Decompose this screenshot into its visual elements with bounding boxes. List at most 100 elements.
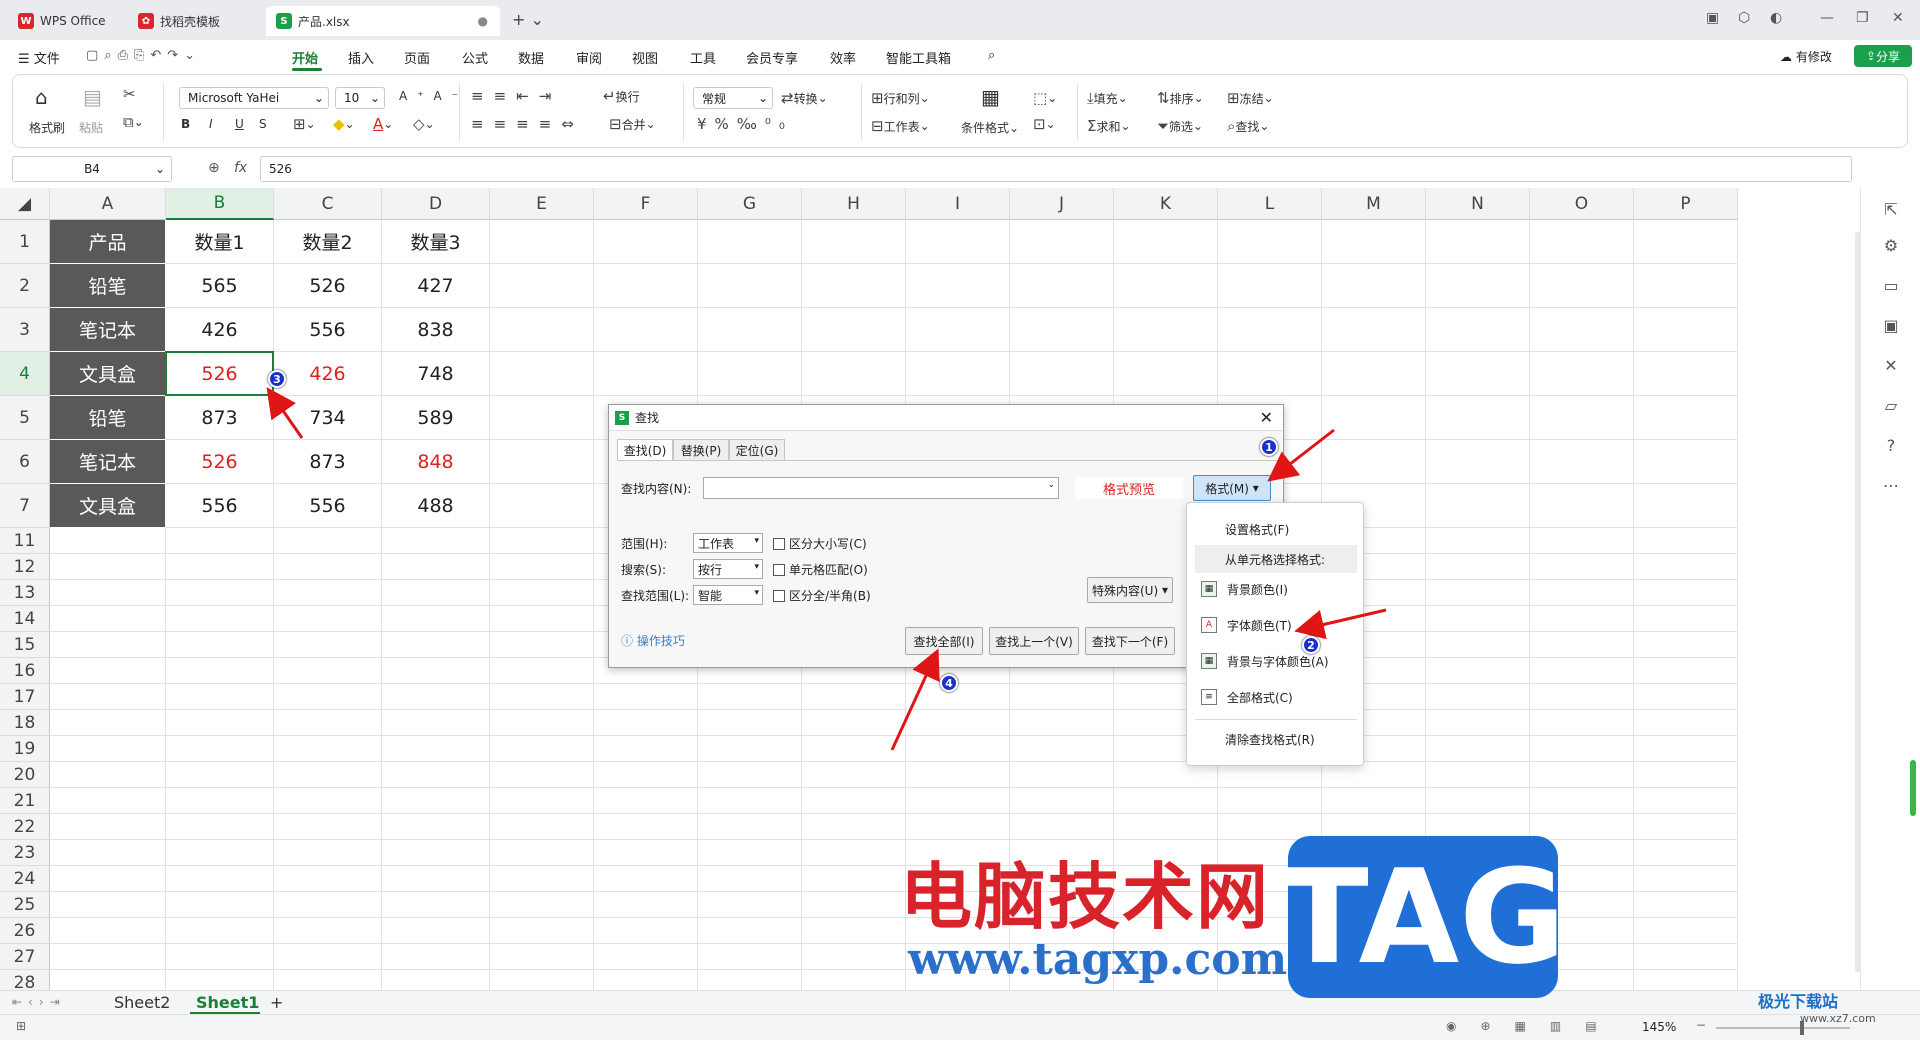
- cell-o13[interactable]: [1530, 580, 1634, 606]
- special-content-button[interactable]: 特殊内容(U) ▾: [1087, 577, 1173, 603]
- row-header-15[interactable]: 15: [0, 632, 50, 658]
- cell-p15[interactable]: [1634, 632, 1738, 658]
- view-mode-icons[interactable]: ◉⊕▦▥▤: [1446, 1019, 1621, 1033]
- zoom-slider[interactable]: [1716, 1027, 1850, 1029]
- cell-k22[interactable]: [1114, 814, 1218, 840]
- cell-h21[interactable]: [802, 788, 906, 814]
- cell-a18[interactable]: [50, 710, 166, 736]
- paste-icon[interactable]: ▤: [83, 85, 102, 109]
- cell-d7[interactable]: 488: [382, 484, 490, 528]
- cell-o4[interactable]: [1530, 352, 1634, 396]
- cell-i21[interactable]: [906, 788, 1010, 814]
- menu-efficiency[interactable]: 效率: [830, 48, 856, 67]
- cell-o11[interactable]: [1530, 528, 1634, 554]
- cell-p24[interactable]: [1634, 866, 1738, 892]
- number-format-select[interactable]: 常规 ⌄: [693, 87, 773, 109]
- sum-button[interactable]: Σ 求和 ⌄: [1087, 117, 1131, 135]
- cell-c4[interactable]: 426: [274, 352, 382, 396]
- cell-c2[interactable]: 526: [274, 264, 382, 308]
- row-header-20[interactable]: 20: [0, 762, 50, 788]
- cell-n7[interactable]: [1426, 484, 1530, 528]
- cell-l1[interactable]: [1218, 220, 1322, 264]
- cube-icon[interactable]: ⬡: [1738, 10, 1750, 26]
- cell-f27[interactable]: [594, 944, 698, 970]
- column-header-o[interactable]: O: [1530, 188, 1634, 220]
- cell-f2[interactable]: [594, 264, 698, 308]
- cell-g23[interactable]: [698, 840, 802, 866]
- wrap-button[interactable]: ↵ 换行: [603, 87, 640, 105]
- cell-l2[interactable]: [1218, 264, 1322, 308]
- cell-k3[interactable]: [1114, 308, 1218, 352]
- row-header-13[interactable]: 13: [0, 580, 50, 606]
- zoom-formula-icon[interactable]: ⊕: [208, 160, 220, 176]
- column-header-d[interactable]: D: [382, 188, 490, 220]
- border-icon[interactable]: ⊞ ⌄: [293, 115, 316, 133]
- cell-a15[interactable]: [50, 632, 166, 658]
- find-button[interactable]: ⌕ 查找 ⌄: [1227, 117, 1269, 135]
- cell-b7[interactable]: 556: [166, 484, 274, 528]
- cell-d6[interactable]: 848: [382, 440, 490, 484]
- cell-e11[interactable]: [490, 528, 594, 554]
- cell-c15[interactable]: [274, 632, 382, 658]
- cell-f23[interactable]: [594, 840, 698, 866]
- cell-e24[interactable]: [490, 866, 594, 892]
- cell-c28[interactable]: [274, 970, 382, 990]
- cell-h17[interactable]: [802, 684, 906, 710]
- cell-j4[interactable]: [1010, 352, 1114, 396]
- menu-review[interactable]: 审阅: [576, 48, 602, 67]
- menu-formula[interactable]: 公式: [462, 48, 488, 67]
- cell-c6[interactable]: 873: [274, 440, 382, 484]
- cell-a12[interactable]: [50, 554, 166, 580]
- cell-f19[interactable]: [594, 736, 698, 762]
- cell-b11[interactable]: [166, 528, 274, 554]
- cell-c21[interactable]: [274, 788, 382, 814]
- cell-p28[interactable]: [1634, 970, 1738, 990]
- column-header-i[interactable]: I: [906, 188, 1010, 220]
- sheet-nav-icons[interactable]: ⇤‹›⇥: [12, 995, 66, 1009]
- cell-e3[interactable]: [490, 308, 594, 352]
- cell-n14[interactable]: [1426, 606, 1530, 632]
- fx-icon[interactable]: fx: [234, 160, 247, 176]
- column-header-j[interactable]: J: [1010, 188, 1114, 220]
- zoom-out-icon[interactable]: −: [1696, 1018, 1706, 1032]
- cell-j1[interactable]: [1010, 220, 1114, 264]
- cell-o5[interactable]: [1530, 396, 1634, 440]
- cell-d17[interactable]: [382, 684, 490, 710]
- column-header-n[interactable]: N: [1426, 188, 1530, 220]
- match-cell-checkbox[interactable]: 单元格匹配(O): [773, 561, 868, 578]
- menu-view[interactable]: 视图: [632, 48, 658, 67]
- clear-format-icon[interactable]: ◇ ⌄: [413, 115, 435, 133]
- quick-access-icons[interactable]: ▢⌕⎙⎘↶↷⌄: [86, 48, 201, 63]
- find-prev-button[interactable]: 查找上一个(V): [989, 627, 1079, 655]
- cell-a5[interactable]: 铅笔: [50, 396, 166, 440]
- rows-cols-button[interactable]: ⊞ 行和列 ⌄: [871, 89, 930, 107]
- format-painter-button[interactable]: 格式刷: [29, 119, 65, 136]
- cell-style-icon[interactable]: ⬚ ⌄: [1033, 89, 1057, 107]
- cell-d11[interactable]: [382, 528, 490, 554]
- cell-a23[interactable]: [50, 840, 166, 866]
- cell-h24[interactable]: [802, 866, 906, 892]
- search-icon[interactable]: ⌕: [988, 48, 995, 63]
- cell-i2[interactable]: [906, 264, 1010, 308]
- column-header-g[interactable]: G: [698, 188, 802, 220]
- menu-background-color[interactable]: ▦ 背景颜色(I): [1187, 575, 1363, 603]
- copy-icon[interactable]: ⧉ ⌄: [123, 113, 144, 131]
- cell-p5[interactable]: [1634, 396, 1738, 440]
- tips-link[interactable]: ⓘ 操作技巧: [621, 632, 685, 649]
- cell-b26[interactable]: [166, 918, 274, 944]
- row-header-19[interactable]: 19: [0, 736, 50, 762]
- cell-d19[interactable]: [382, 736, 490, 762]
- convert-button[interactable]: ⇄ 转换 ⌄: [781, 89, 828, 107]
- cell-l3[interactable]: [1218, 308, 1322, 352]
- cell-h4[interactable]: [802, 352, 906, 396]
- cell-h26[interactable]: [802, 918, 906, 944]
- match-case-checkbox[interactable]: 区分大小写(C): [773, 535, 867, 552]
- cell-g4[interactable]: [698, 352, 802, 396]
- tab-goto[interactable]: 定位(G): [729, 439, 785, 461]
- paste-button[interactable]: 粘贴: [79, 119, 103, 136]
- cell-p1[interactable]: [1634, 220, 1738, 264]
- row-header-21[interactable]: 21: [0, 788, 50, 814]
- cell-g27[interactable]: [698, 944, 802, 970]
- row-header-17[interactable]: 17: [0, 684, 50, 710]
- cell-f26[interactable]: [594, 918, 698, 944]
